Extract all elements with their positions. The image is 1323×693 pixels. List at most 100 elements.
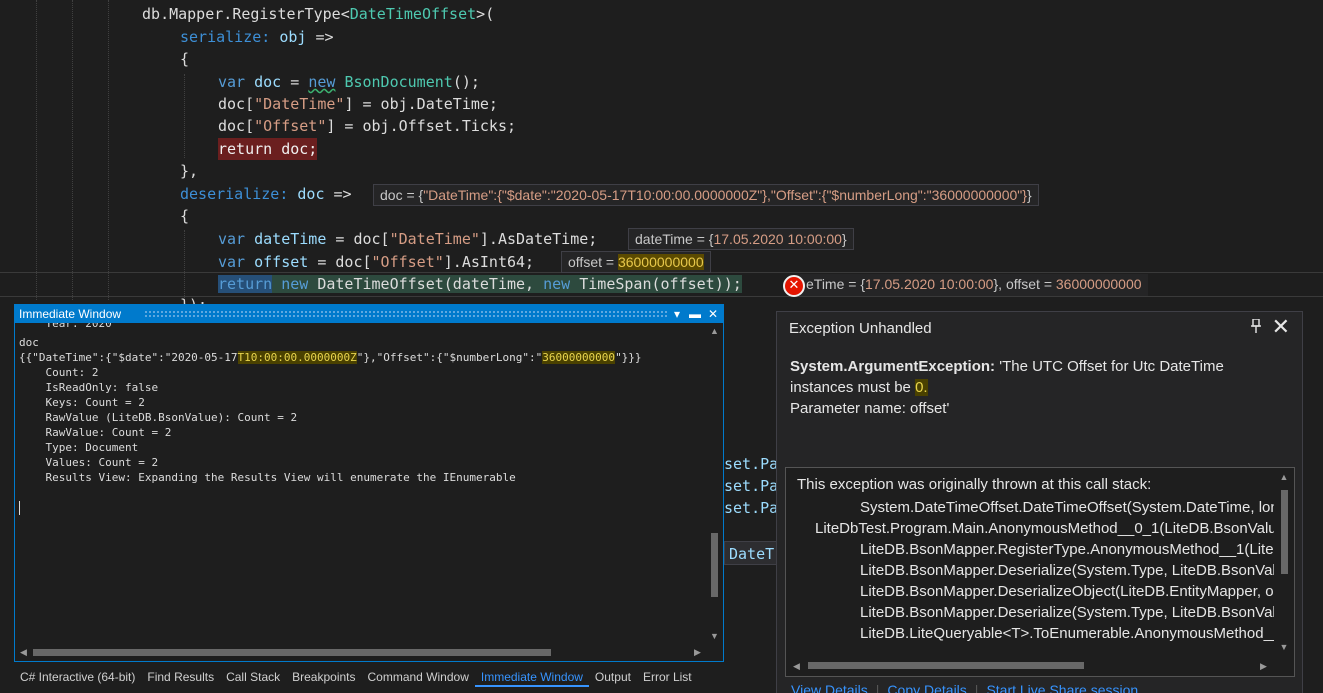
output-line: Year: 2020 — [19, 323, 112, 330]
error-icon[interactable]: ✕ — [783, 275, 805, 297]
datatip-value: "DateTime":{"$date":"2020-05-17T10:00:00… — [423, 187, 1027, 203]
code-token: ].AsDateTime; — [479, 230, 598, 248]
output-line: Count: 2 — [19, 366, 99, 379]
scrollbar-thumb[interactable] — [1281, 490, 1288, 574]
tab-csharp-interactive[interactable]: C# Interactive (64-bit) — [14, 667, 141, 687]
code-line-open-brace-2[interactable]: { — [180, 205, 189, 227]
scroll-down-icon[interactable]: ▼ — [706, 631, 723, 641]
code-token: . — [160, 5, 170, 23]
code-string: "Offset" — [371, 253, 444, 271]
live-share-link[interactable]: Start Live Share session... — [986, 682, 1149, 693]
exception-helper[interactable]: Exception Unhandled ✕ System.ArgumentExc… — [776, 311, 1303, 693]
stack-frame[interactable]: LiteDB.BsonMapper.DeserializeObject(Lite… — [860, 581, 1274, 602]
call-stack-box[interactable]: This exception was originally thrown at … — [785, 467, 1295, 677]
pin-icon[interactable] — [1250, 318, 1262, 336]
code-line-deserialize[interactable]: deserialize: doc => — [180, 183, 352, 205]
scroll-left-icon[interactable]: ◀ — [788, 661, 805, 671]
code-token: = doc[ — [308, 253, 372, 271]
datatip-fragment: DateT — [724, 541, 780, 565]
close-icon[interactable]: ✕ — [705, 305, 721, 323]
tab-immediate-window[interactable]: Immediate Window — [474, 667, 589, 687]
scroll-right-icon[interactable]: ▶ — [689, 647, 706, 657]
datatip-offset[interactable]: offset = 36000000000 — [561, 251, 711, 273]
code-line-register-type[interactable]: db.Mapper.RegisterType<DateTimeOffset>( — [142, 3, 494, 25]
code-named-arg: serialize: — [180, 28, 271, 46]
scroll-up-icon[interactable]: ▲ — [1274, 472, 1294, 482]
code-param: obj — [270, 28, 307, 46]
code-token — [272, 275, 282, 293]
view-details-link[interactable]: View Details — [791, 682, 868, 693]
code-keyword: var — [218, 73, 246, 91]
code-keyword: var — [218, 253, 246, 271]
code-token: = doc[ — [326, 230, 390, 248]
scroll-up-icon[interactable]: ▲ — [706, 326, 723, 336]
code-line-var-doc[interactable]: var doc = new BsonDocument(); — [218, 71, 480, 93]
code-keyword-return: return — [218, 275, 273, 293]
tab-find-results[interactable]: Find Results — [141, 667, 220, 687]
dropdown-icon[interactable]: ▾ — [669, 305, 685, 323]
code-token: < — [340, 5, 350, 23]
code-line-open-brace[interactable]: { — [180, 48, 189, 70]
code-line-var-datetime[interactable]: var dateTime = doc["DateTime"].AsDateTim… — [218, 228, 597, 250]
code-line-serialize[interactable]: serialize: obj => — [180, 26, 334, 48]
code-token: doc[ — [218, 95, 255, 113]
output-line: IsReadOnly: false — [19, 381, 159, 394]
copy-details-link[interactable]: Copy Details — [887, 682, 966, 693]
datatip-name: offset = — [568, 254, 618, 270]
vertical-scrollbar[interactable]: ▲ ▼ — [706, 323, 723, 644]
code-line-doc-offset[interactable]: doc["Offset"] = obj.Offset.Ticks; — [218, 115, 516, 137]
output-line: doc — [19, 336, 39, 349]
scrollbar-thumb[interactable] — [808, 662, 1084, 669]
output-line: Keys: Count = 2 — [19, 396, 145, 409]
code-string: "DateTime" — [254, 95, 345, 113]
tab-call-stack[interactable]: Call Stack — [220, 667, 286, 687]
code-line-doc-datetime[interactable]: doc["DateTime"] = obj.DateTime; — [218, 93, 498, 115]
inline-value: 36000000000 — [1055, 276, 1142, 292]
code-line-return-breakpoint[interactable]: return doc; — [218, 138, 318, 160]
immediate-output[interactable]: Year: 2020 doc {{"DateTime":{"$date":"20… — [15, 323, 706, 644]
code-line-current-statement[interactable]: return new DateTimeOffset(dateTime, new … — [218, 273, 742, 295]
minimize-icon[interactable]: ▬ — [687, 305, 703, 323]
tab-breakpoints[interactable]: Breakpoints — [286, 667, 361, 687]
code-keyword: new — [281, 275, 309, 293]
code-variable: doc — [245, 73, 282, 91]
code-string: "Offset" — [254, 117, 327, 135]
code-token: db — [142, 5, 161, 23]
stack-frame[interactable]: LiteDB.BsonMapper.Deserialize(System.Typ… — [860, 602, 1274, 623]
inline-value-label: eTime = { — [806, 276, 866, 292]
code-type-token: DateTimeOffset — [349, 5, 477, 23]
tab-command-window[interactable]: Command Window — [362, 667, 475, 687]
code-token: . — [223, 5, 233, 23]
immediate-window[interactable]: Immediate Window ▾ ▬ ✕ Year: 2020 doc {{… — [14, 304, 724, 662]
datatip-name: dateTime = { — [635, 231, 714, 247]
stack-frame[interactable]: LiteDB.LiteQueryable<T>.ToEnumerable.Ano… — [860, 623, 1274, 644]
immediate-window-titlebar[interactable]: Immediate Window ▾ ▬ ✕ — [15, 305, 723, 323]
scrollbar-thumb[interactable] — [33, 649, 551, 656]
tab-output[interactable]: Output — [589, 667, 637, 687]
tab-error-list[interactable]: Error List — [637, 667, 698, 687]
datatip-value: 36000000000 — [617, 254, 704, 270]
code-variable: offset — [245, 253, 309, 271]
code-token: ] = obj.DateTime; — [344, 95, 498, 113]
code-token: TimeSpan(offset)); — [570, 275, 742, 293]
close-icon[interactable]: ✕ — [1272, 315, 1290, 340]
scroll-down-icon[interactable]: ▼ — [1274, 642, 1294, 652]
stack-horizontal-scrollbar[interactable]: ◀ ▶ — [786, 656, 1274, 676]
code-token: => — [324, 185, 352, 203]
scroll-left-icon[interactable]: ◀ — [15, 647, 32, 657]
code-line-close-brace[interactable]: }, — [180, 160, 198, 182]
stack-frame[interactable]: LiteDB.BsonMapper.Deserialize(System.Typ… — [860, 560, 1274, 581]
stack-frame[interactable]: LiteDbTest.Program.Main.AnonymousMethod_… — [815, 518, 1274, 539]
code-keyword: new — [543, 275, 571, 293]
stack-frame[interactable]: LiteDB.BsonMapper.RegisterType.Anonymous… — [860, 539, 1274, 560]
datatip-datetime[interactable]: dateTime = {17.05.2020 10:00:00} — [628, 228, 854, 250]
datatip-brace: } — [841, 231, 847, 247]
scrollbar-thumb[interactable] — [711, 533, 718, 597]
horizontal-scrollbar[interactable]: ◀ ▶ — [15, 644, 706, 661]
code-line-var-offset[interactable]: var offset = doc["Offset"].AsInt64; — [218, 251, 534, 273]
stack-frame[interactable]: System.DateTimeOffset.DateTimeOffset(Sys… — [860, 497, 1274, 518]
scroll-right-icon[interactable]: ▶ — [1255, 661, 1272, 671]
code-token: ].AsInt64; — [443, 253, 535, 271]
datatip-doc[interactable]: doc = {"DateTime":{"$date":"2020-05-17T1… — [373, 184, 1039, 206]
stack-vertical-scrollbar[interactable]: ▲ ▼ — [1274, 468, 1294, 656]
